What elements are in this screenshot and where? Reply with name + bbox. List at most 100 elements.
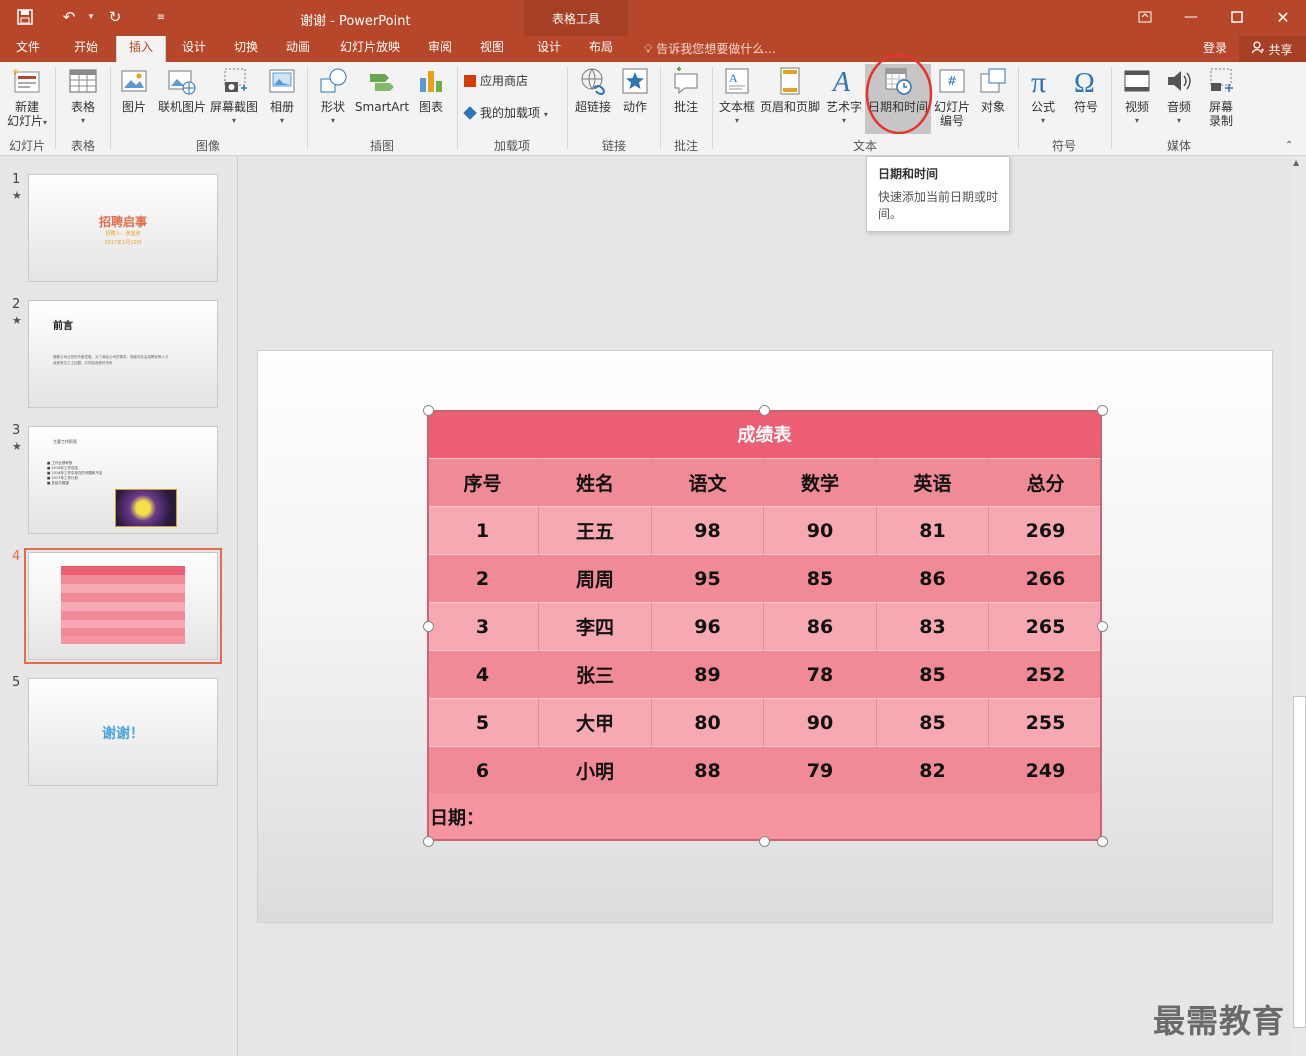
hyperlink-button[interactable]: 超链接 xyxy=(572,66,614,114)
table-cell[interactable]: 李四 xyxy=(539,602,652,650)
slide-thumbnail-3[interactable]: 主要工作职责 ■ 工作业绩考核 ■ 2016年工作总结 ■ 2016年工作中存在… xyxy=(28,426,218,534)
slide-thumbnail-5[interactable]: 谢谢！ xyxy=(28,678,218,786)
table-cell[interactable]: 90 xyxy=(764,698,877,746)
action-button[interactable]: 动作 xyxy=(616,66,654,114)
table-header-cell[interactable]: 语文 xyxy=(652,458,764,506)
table-cell[interactable]: 85 xyxy=(764,554,877,602)
table-cell[interactable]: 255 xyxy=(989,698,1102,746)
screenshot-button[interactable]: 屏幕截图 ▾ xyxy=(208,66,260,128)
table-cell[interactable]: 大甲 xyxy=(539,698,652,746)
table-header-cell[interactable]: 英语 xyxy=(877,458,989,506)
resize-handle[interactable] xyxy=(423,405,434,416)
slide-thumbnail-4[interactable] xyxy=(24,548,222,664)
table-cell[interactable]: 95 xyxy=(652,554,764,602)
table-header-cell[interactable]: 序号 xyxy=(427,458,539,506)
table-title[interactable]: 成绩表 xyxy=(427,410,1102,458)
tab-transitions[interactable]: 切换 xyxy=(224,36,268,62)
table-cell[interactable]: 6 xyxy=(427,746,539,794)
tab-file[interactable]: 文件 xyxy=(6,36,50,62)
table-cell[interactable]: 周周 xyxy=(539,554,652,602)
album-button[interactable]: 相册 ▾ xyxy=(262,66,302,128)
table-cell[interactable]: 张三 xyxy=(539,650,652,698)
scroll-up-icon[interactable]: ▲ xyxy=(1293,158,1299,167)
table-cell[interactable]: 86 xyxy=(764,602,877,650)
customize-quick-access-icon[interactable]: ≡ xyxy=(150,6,172,28)
table-cell[interactable]: 85 xyxy=(877,698,989,746)
table-cell[interactable]: 82 xyxy=(877,746,989,794)
collapse-ribbon-icon[interactable]: ⌃ xyxy=(1285,140,1293,151)
table-cell[interactable]: 王五 xyxy=(539,506,652,554)
online-picture-button[interactable]: 联机图片 xyxy=(156,66,208,114)
header-footer-button[interactable]: 页眉和页脚 xyxy=(758,66,822,114)
table-cell[interactable]: 81 xyxy=(877,506,989,554)
table-cell[interactable]: 266 xyxy=(989,554,1102,602)
symbol-button[interactable]: Ω 符号 xyxy=(1066,66,1106,114)
scrollbar-thumb[interactable] xyxy=(1293,696,1306,1028)
tab-animations[interactable]: 动画 xyxy=(276,36,320,62)
table-cell[interactable]: 80 xyxy=(652,698,764,746)
undo-icon[interactable]: ↶ xyxy=(58,6,80,28)
redo-icon[interactable]: ↻ xyxy=(104,6,126,28)
table-cell[interactable]: 79 xyxy=(764,746,877,794)
table-cell[interactable]: 5 xyxy=(427,698,539,746)
tab-table-layout[interactable]: 布局 xyxy=(579,36,623,62)
table-cell[interactable]: 252 xyxy=(989,650,1102,698)
picture-button[interactable]: 图片 xyxy=(114,66,154,114)
ribbon-display-options-icon[interactable] xyxy=(1129,6,1161,28)
tab-table-design[interactable]: 设计 xyxy=(527,36,571,62)
table-header-cell[interactable]: 姓名 xyxy=(539,458,652,506)
video-button[interactable]: 视频 ▾ xyxy=(1116,66,1158,128)
slide-thumbnail-2[interactable]: 前言 随着公司业务的不断发展，为了满足公司的需求，现面向社会招聘优秀人才 诚邀有… xyxy=(28,300,218,408)
tab-insert[interactable]: 插入 xyxy=(116,36,166,62)
table-cell[interactable]: 2 xyxy=(427,554,539,602)
tab-slideshow[interactable]: 幻灯片放映 xyxy=(332,36,408,62)
audio-button[interactable]: 音频 ▾ xyxy=(1158,66,1200,128)
date-cell[interactable]: 日期： xyxy=(427,793,1102,841)
smartart-button[interactable]: SmartArt xyxy=(354,66,410,114)
table-cell[interactable]: 78 xyxy=(764,650,877,698)
screen-record-button[interactable]: 屏幕 录制 xyxy=(1200,66,1242,128)
resize-handle[interactable] xyxy=(1097,836,1108,847)
table-cell[interactable]: 89 xyxy=(652,650,764,698)
score-table[interactable]: 成绩表 序号 姓名 语文 数学 英语 总分 1 王五 98 90 81 269 2 周周 95 85 86 266… xyxy=(427,410,1102,841)
undo-dropdown-icon[interactable]: ▾ xyxy=(80,6,102,28)
table-cell[interactable]: 4 xyxy=(427,650,539,698)
object-button[interactable]: 对象 xyxy=(974,66,1012,114)
slide-number-button[interactable]: # 幻灯片 编号 xyxy=(932,66,972,128)
table-cell[interactable]: 90 xyxy=(764,506,877,554)
share-button[interactable]: 共享 xyxy=(1239,36,1306,62)
comment-button[interactable]: 批注 xyxy=(665,66,707,114)
new-slide-button[interactable]: ✳ 新建 幻灯片▾ xyxy=(4,66,50,130)
tab-design[interactable]: 设计 xyxy=(172,36,216,62)
table-cell[interactable]: 96 xyxy=(652,602,764,650)
tell-me-search[interactable]: 💡︎ 告诉我您想要做什么... xyxy=(644,40,776,57)
table-cell[interactable]: 3 xyxy=(427,602,539,650)
wordart-button[interactable]: A 艺术字 ▾ xyxy=(824,66,864,128)
resize-handle[interactable] xyxy=(1097,621,1108,632)
table-cell[interactable]: 88 xyxy=(652,746,764,794)
resize-handle[interactable] xyxy=(423,621,434,632)
shapes-button[interactable]: 形状 ▾ xyxy=(312,66,354,128)
my-addins-button[interactable]: 我的加载项 ▾ xyxy=(463,106,564,122)
resize-handle[interactable] xyxy=(423,836,434,847)
minimize-icon[interactable]: — xyxy=(1175,6,1207,28)
chart-button[interactable]: 图表 xyxy=(410,66,452,114)
textbox-button[interactable]: A 文本框 ▾ xyxy=(716,66,758,128)
maximize-icon[interactable] xyxy=(1221,6,1253,28)
table-header-cell[interactable]: 数学 xyxy=(764,458,877,506)
table-cell[interactable]: 小明 xyxy=(539,746,652,794)
table-cell[interactable]: 83 xyxy=(877,602,989,650)
table-cell[interactable]: 265 xyxy=(989,602,1102,650)
equation-button[interactable]: π 公式 ▾ xyxy=(1022,66,1064,128)
table-button[interactable]: 表格 ▾ xyxy=(60,66,106,128)
table-cell[interactable]: 269 xyxy=(989,506,1102,554)
resize-handle[interactable] xyxy=(759,836,770,847)
login-link[interactable]: 登录 xyxy=(1203,39,1227,56)
table-cell[interactable]: 249 xyxy=(989,746,1102,794)
tab-home[interactable]: 开始 xyxy=(64,36,108,62)
table-header-cell[interactable]: 总分 xyxy=(989,458,1102,506)
slide-thumbnail-1[interactable]: 招聘启事 招聘人：张宜欣 2017年1月10日 xyxy=(28,174,218,282)
table-cell[interactable]: 85 xyxy=(877,650,989,698)
table-cell[interactable]: 1 xyxy=(427,506,539,554)
tab-review[interactable]: 审阅 xyxy=(418,36,462,62)
